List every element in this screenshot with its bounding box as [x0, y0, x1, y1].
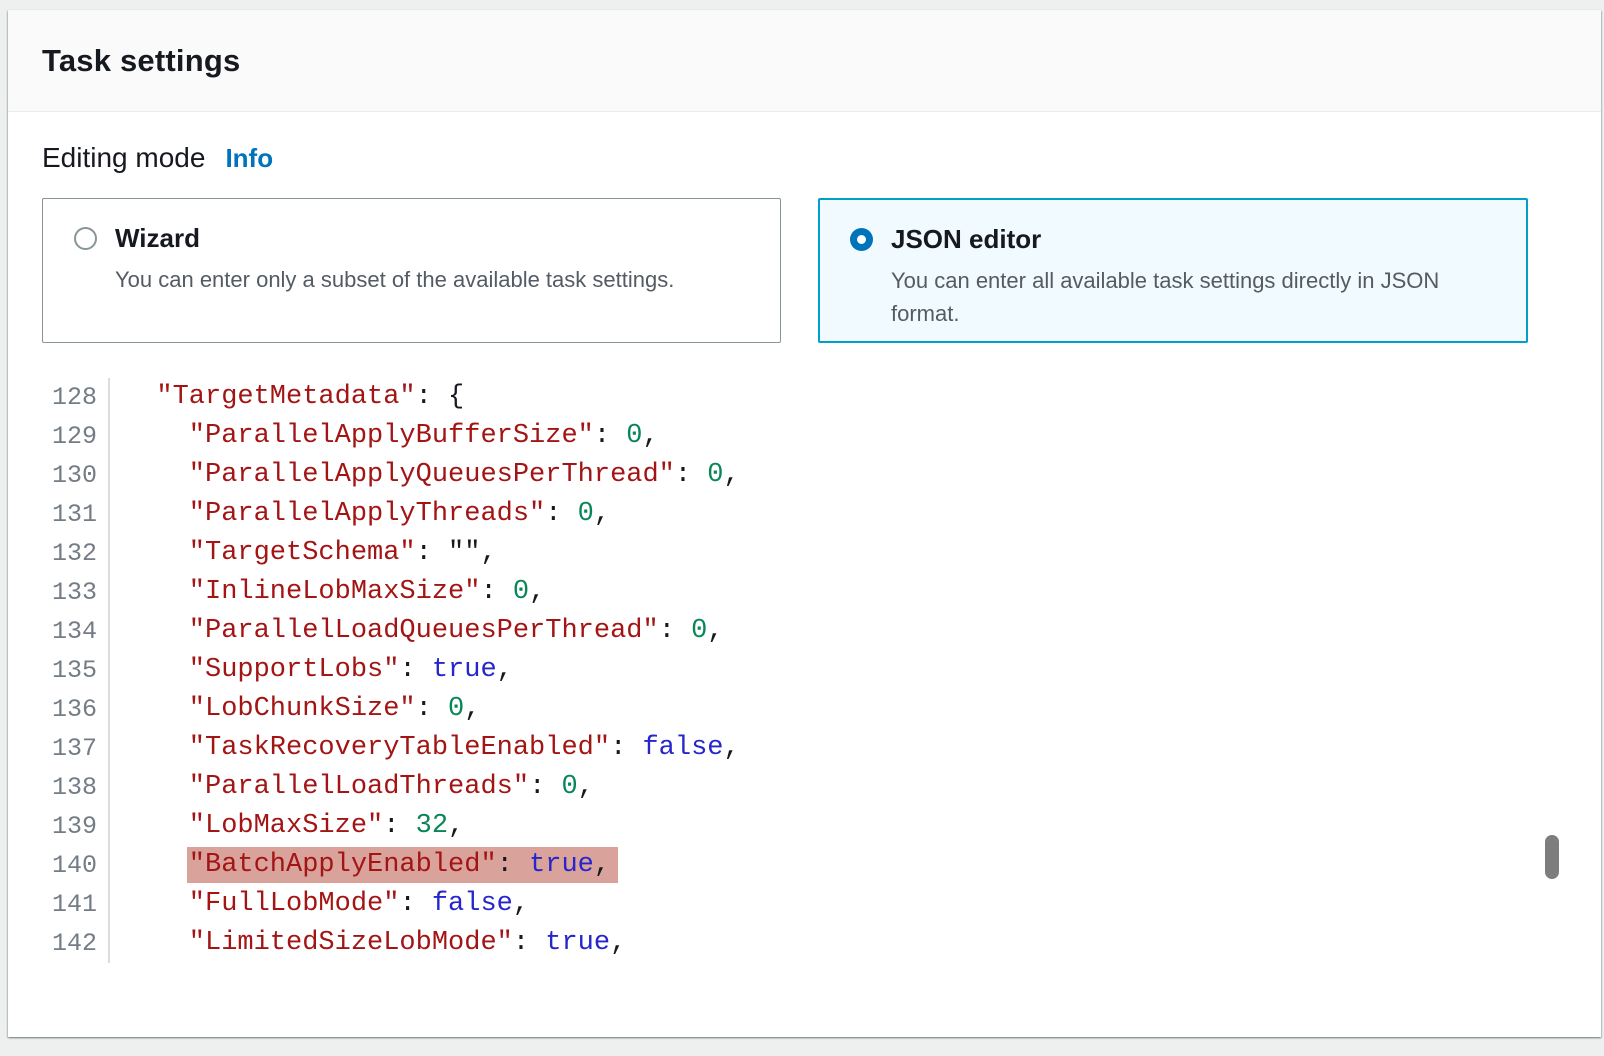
- json-editor-option-label: JSON editor: [891, 224, 1041, 255]
- code-lines[interactable]: "TargetMetadata": {"ParallelApplyBufferS…: [110, 378, 1601, 963]
- code-line[interactable]: "ParallelApplyQueuesPerThread": 0,: [124, 456, 1601, 495]
- line-number: 135: [8, 651, 97, 690]
- line-number: 132: [8, 534, 97, 573]
- line-number: 133: [8, 573, 97, 612]
- code-line[interactable]: "TaskRecoveryTableEnabled": false,: [124, 729, 1601, 768]
- line-number: 140: [8, 846, 97, 885]
- line-number: 139: [8, 807, 97, 846]
- vertical-scrollbar-thumb[interactable]: [1545, 835, 1559, 879]
- code-line[interactable]: "LobChunkSize": 0,: [124, 690, 1601, 729]
- wizard-radio-unselected-icon[interactable]: [74, 227, 97, 250]
- line-number: 134: [8, 612, 97, 651]
- line-number: 137: [8, 729, 97, 768]
- panel-content: Editing mode Info Wizard You can enter o…: [8, 112, 1601, 343]
- code-line[interactable]: "ParallelApplyThreads": 0,: [124, 495, 1601, 534]
- code-line[interactable]: "ParallelApplyBufferSize": 0,: [124, 417, 1601, 456]
- wizard-option-label: Wizard: [115, 223, 200, 254]
- editing-mode-options: Wizard You can enter only a subset of th…: [42, 198, 1561, 343]
- line-number: 138: [8, 768, 97, 807]
- json-code-editor[interactable]: 1281291301311321331341351361371381391401…: [8, 378, 1601, 993]
- code-line[interactable]: "FullLobMode": false,: [124, 885, 1601, 924]
- code-line[interactable]: "SupportLobs": true,: [124, 651, 1601, 690]
- info-link[interactable]: Info: [225, 143, 273, 174]
- line-number: 130: [8, 456, 97, 495]
- code-line[interactable]: "TargetMetadata": {: [124, 378, 1601, 417]
- code-line[interactable]: "ParallelLoadThreads": 0,: [124, 768, 1601, 807]
- wizard-option-card[interactable]: Wizard You can enter only a subset of th…: [42, 198, 781, 343]
- code-line[interactable]: "InlineLobMaxSize": 0,: [124, 573, 1601, 612]
- code-line[interactable]: "ParallelLoadQueuesPerThread": 0,: [124, 612, 1601, 651]
- code-line[interactable]: "TargetSchema": "",: [124, 534, 1601, 573]
- line-number: 136: [8, 690, 97, 729]
- json-editor-radio-selected-icon[interactable]: [850, 228, 873, 251]
- editing-mode-row: Editing mode Info: [42, 142, 1561, 174]
- wizard-option-head: Wizard: [74, 223, 756, 254]
- panel-title: Task settings: [42, 43, 1561, 79]
- code-line[interactable]: "BatchApplyEnabled": true,: [124, 846, 1601, 885]
- json-editor-option-head: JSON editor: [850, 224, 1502, 255]
- json-editor-option-card[interactable]: JSON editor You can enter all available …: [818, 198, 1528, 343]
- line-number: 142: [8, 924, 97, 963]
- line-number-gutter: 1281291301311321331341351361371381391401…: [8, 378, 110, 963]
- wizard-option-description: You can enter only a subset of the avail…: [115, 263, 756, 296]
- code-line[interactable]: "LobMaxSize": 32,: [124, 807, 1601, 846]
- line-number: 129: [8, 417, 97, 456]
- editing-mode-label: Editing mode: [42, 142, 205, 174]
- panel-header: Task settings: [8, 10, 1601, 112]
- line-number: 128: [8, 378, 97, 417]
- task-settings-panel: Task settings Editing mode Info Wizard Y…: [8, 10, 1601, 1037]
- line-number: 131: [8, 495, 97, 534]
- json-editor-option-description: You can enter all available task setting…: [891, 264, 1502, 330]
- line-number: 141: [8, 885, 97, 924]
- code-line[interactable]: "LimitedSizeLobMode": true,: [124, 924, 1601, 963]
